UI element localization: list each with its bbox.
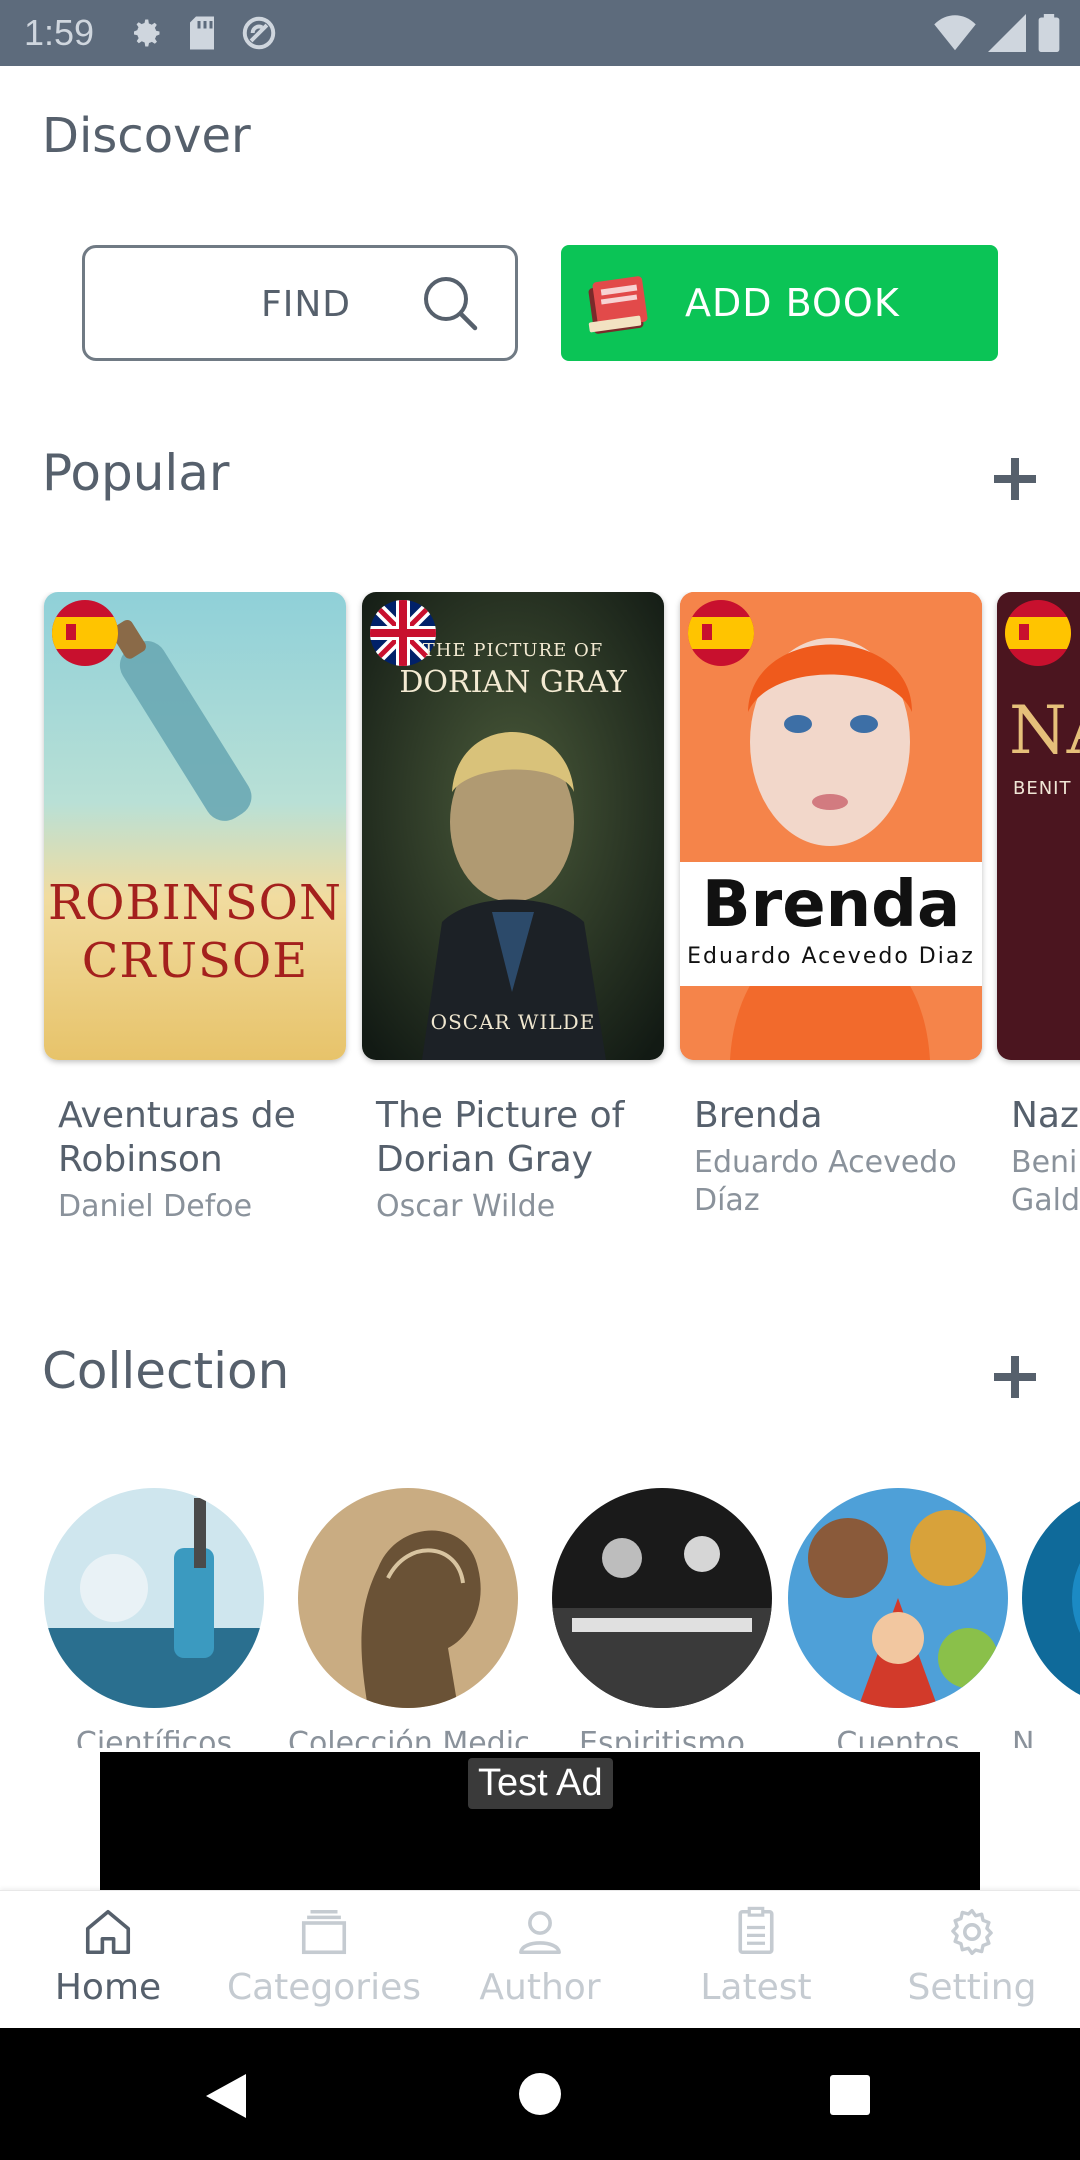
nav-label: Home bbox=[54, 1967, 162, 2008]
book-cover[interactable]: The Picture of Dorian Gray Oscar Wilde bbox=[362, 592, 664, 1060]
collection-title: Collection bbox=[42, 1342, 290, 1400]
nav-label: Setting bbox=[907, 1967, 1037, 2008]
gear-icon bbox=[951, 1908, 993, 1956]
book-cover[interactable]: NA BENIT bbox=[997, 592, 1080, 1060]
nav-latest[interactable]: Latest bbox=[648, 1891, 864, 2029]
collection-item[interactable] bbox=[788, 1488, 1008, 1708]
cover-author: BENIT bbox=[1013, 778, 1072, 799]
collection-label: N bbox=[1012, 1726, 1035, 1748]
nav-author[interactable]: Author bbox=[432, 1891, 648, 2029]
book-author[interactable]: Eduardo Acevedo Díaz bbox=[680, 1144, 980, 1220]
collection-label: Cuentos bbox=[836, 1726, 960, 1748]
book-card[interactable]: Robinson Crusoe Aventuras de Robinson Da… bbox=[44, 592, 346, 1226]
collection-row[interactable]: Científicos Colección Medicina Espiritis… bbox=[0, 1488, 1080, 1748]
cover-title-line: Dorian Gray bbox=[399, 665, 627, 700]
recents-icon[interactable] bbox=[828, 2074, 872, 2116]
book-title[interactable]: Brenda bbox=[680, 1094, 980, 1138]
nav-home[interactable]: Home bbox=[0, 1891, 216, 2029]
book-cover[interactable]: Brenda Eduardo Acevedo Diaz bbox=[680, 592, 982, 1060]
find-button[interactable]: FIND bbox=[82, 245, 518, 361]
collection-item[interactable] bbox=[44, 1488, 264, 1708]
cover-title-line: Crusoe bbox=[81, 933, 309, 989]
popular-more-plus-icon[interactable] bbox=[990, 454, 1040, 504]
wifi-icon bbox=[934, 15, 976, 51]
signal-icon bbox=[988, 14, 1026, 52]
collection-label: Espiritismo bbox=[579, 1726, 745, 1748]
collection-item[interactable] bbox=[298, 1488, 518, 1708]
sd-card-icon bbox=[190, 16, 214, 50]
battery-icon bbox=[1038, 14, 1060, 52]
book-card[interactable]: NA BENIT Naz Beni Gald bbox=[997, 592, 1080, 1220]
add-book-button[interactable]: ADD BOOK bbox=[561, 245, 998, 361]
gear-icon bbox=[134, 19, 160, 47]
discover-title: Discover bbox=[42, 108, 251, 164]
status-bar: 1:59 bbox=[0, 0, 1080, 66]
collection-label: Colección Medicina bbox=[288, 1726, 528, 1748]
status-time: 1:59 bbox=[24, 12, 95, 53]
cover-title-line: NA bbox=[1009, 692, 1080, 769]
layers-icon bbox=[301, 1909, 347, 1955]
book-title[interactable]: The Picture of Dorian Gray bbox=[362, 1094, 662, 1182]
find-label: FIND bbox=[261, 284, 351, 325]
cover-subtitle: The Picture of bbox=[422, 640, 604, 661]
system-nav-bar bbox=[0, 2028, 1080, 2160]
ad-banner[interactable]: Test Ad bbox=[100, 1752, 980, 1890]
book-author[interactable]: Beni Gald bbox=[997, 1144, 1080, 1220]
book-icon bbox=[588, 276, 648, 334]
nav-categories[interactable]: Categories bbox=[216, 1891, 432, 2029]
document-icon bbox=[738, 1906, 774, 1955]
collection-label: Científicos bbox=[75, 1726, 233, 1748]
spain-flag-icon bbox=[1005, 600, 1071, 666]
book-card[interactable]: Brenda Eduardo Acevedo Diaz Brenda Eduar… bbox=[680, 592, 982, 1220]
ad-label: Test Ad bbox=[468, 1758, 613, 1809]
no-sync-icon bbox=[242, 16, 276, 50]
cover-title-line: Brenda bbox=[701, 868, 961, 942]
nav-label: Latest bbox=[700, 1967, 812, 2008]
search-icon bbox=[424, 277, 478, 331]
book-author[interactable]: Oscar Wilde bbox=[362, 1188, 662, 1226]
collection-more-plus-icon[interactable] bbox=[990, 1352, 1040, 1402]
collection-item[interactable] bbox=[552, 1488, 772, 1708]
cover-author: Eduardo Acevedo Diaz bbox=[687, 944, 975, 969]
back-icon[interactable] bbox=[204, 2072, 248, 2120]
collection-item[interactable] bbox=[1022, 1488, 1080, 1708]
book-cover[interactable]: Robinson Crusoe bbox=[44, 592, 346, 1060]
person-icon bbox=[519, 1911, 561, 1955]
home-icon bbox=[85, 1909, 131, 1955]
nav-setting[interactable]: Setting bbox=[864, 1891, 1080, 2029]
book-author[interactable]: Daniel Defoe bbox=[44, 1188, 344, 1226]
home-button-icon[interactable] bbox=[518, 2072, 562, 2116]
book-title[interactable]: Naz bbox=[997, 1094, 1080, 1138]
book-card[interactable]: The Picture of Dorian Gray Oscar Wilde T… bbox=[362, 592, 664, 1226]
nav-label: Author bbox=[479, 1967, 601, 2008]
nav-label: Categories bbox=[226, 1967, 422, 2008]
book-title[interactable]: Aventuras de Robinson bbox=[44, 1094, 344, 1182]
popular-title: Popular bbox=[42, 444, 230, 502]
cover-author: Oscar Wilde bbox=[430, 1010, 596, 1034]
bottom-nav: Home Categories Author Latest Setting bbox=[0, 1890, 1080, 2028]
cover-title-line: Robinson bbox=[48, 875, 342, 931]
add-book-label: ADD BOOK bbox=[685, 281, 900, 325]
popular-books-row[interactable]: Robinson Crusoe Aventuras de Robinson Da… bbox=[0, 592, 1080, 1252]
spain-flag-icon bbox=[688, 600, 754, 666]
spain-flag-icon bbox=[52, 600, 118, 666]
